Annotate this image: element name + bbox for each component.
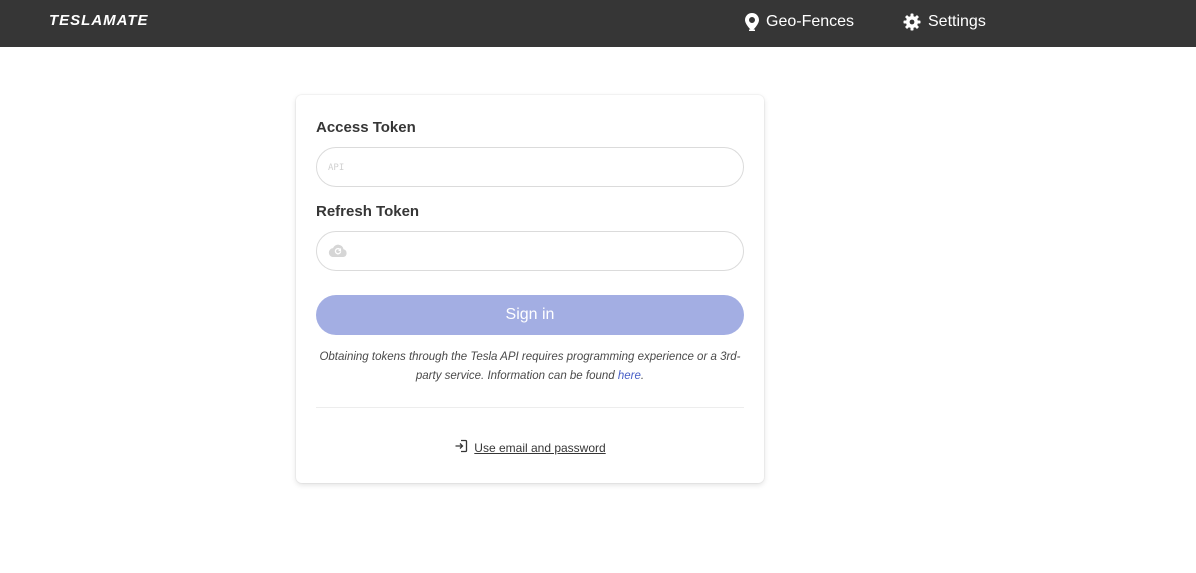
- card-divider: [316, 407, 744, 408]
- nav-label-geo-fences: Geo-Fences: [766, 13, 855, 30]
- nav-item-geo-fences[interactable]: Geo-Fences: [745, 11, 854, 33]
- map-marker-icon: [745, 13, 759, 31]
- nav-item-settings[interactable]: Settings: [903, 11, 986, 33]
- sign-in-icon: [454, 439, 468, 456]
- api-icon: API: [328, 163, 345, 173]
- hint-text-body: Obtaining tokens through the Tesla API r…: [319, 351, 741, 382]
- gear-icon: [903, 13, 921, 31]
- use-email-password-link[interactable]: Use email and password: [296, 439, 764, 456]
- hint-text-end: .: [640, 370, 645, 382]
- refresh-token-label: Refresh Token: [316, 203, 420, 220]
- hint-here-link[interactable]: here: [618, 370, 641, 382]
- brand-logo[interactable]: TESLAMATE: [49, 12, 149, 29]
- access-token-label: Access Token: [316, 119, 416, 136]
- top-navbar: TESLAMATE Geo-Fences Settings: [0, 0, 1196, 47]
- token-hint-text: Obtaining tokens through the Tesla API r…: [316, 348, 744, 386]
- nav-label-settings: Settings: [928, 13, 986, 30]
- refresh-token-field-wrapper: [316, 231, 744, 271]
- sign-in-card: Access Token API Refresh Token Sign in O…: [296, 95, 764, 483]
- use-email-password-label: Use email and password: [474, 440, 606, 455]
- sign-in-button[interactable]: Sign in: [316, 295, 744, 335]
- access-token-input[interactable]: [353, 148, 733, 186]
- refresh-token-input[interactable]: [353, 232, 733, 270]
- access-token-field-wrapper: API: [316, 147, 744, 187]
- cloud-refresh-icon: [328, 244, 348, 260]
